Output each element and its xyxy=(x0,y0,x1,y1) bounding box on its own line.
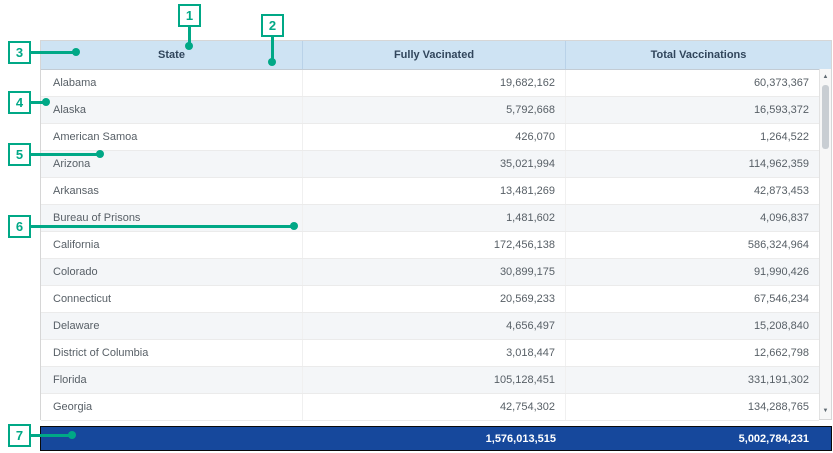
table-cell-state: California xyxy=(41,232,303,258)
table-cell-total: 134,288,765 xyxy=(566,394,819,420)
table-cell-total: 16,593,372 xyxy=(566,97,819,123)
scroll-up-icon[interactable]: ▲ xyxy=(820,70,831,84)
table-cell-state: American Samoa xyxy=(41,124,303,150)
table-cell-fully: 35,021,994 xyxy=(303,151,566,177)
screenshot-canvas: State Fully Vacinated Total Vaccinations… xyxy=(0,0,833,453)
vertical-scrollbar[interactable]: ▲ ▼ xyxy=(819,69,831,419)
table-cell-state: Delaware xyxy=(41,313,303,339)
table-cell-fully: 172,456,138 xyxy=(303,232,566,258)
annotation-line-6 xyxy=(30,225,292,228)
table-cell-state: Florida xyxy=(41,367,303,393)
table-cell-fully: 4,656,497 xyxy=(303,313,566,339)
scrollbar-thumb[interactable] xyxy=(822,85,829,149)
annotation-dot-5 xyxy=(96,150,104,158)
table-cell-total: 91,990,426 xyxy=(566,259,819,285)
table-row[interactable]: American Samoa426,0701,264,522 xyxy=(41,124,819,151)
annotation-badge-5: 5 xyxy=(8,143,31,166)
annotation-badge-2: 2 xyxy=(261,14,284,37)
table-cell-total: 42,873,453 xyxy=(566,178,819,204)
table-row[interactable]: Arizona35,021,994114,962,359 xyxy=(41,151,819,178)
annotation-dot-6 xyxy=(290,222,298,230)
table-cell-total: 331,191,302 xyxy=(566,367,819,393)
table-cell-state: Colorado xyxy=(41,259,303,285)
column-header-state[interactable]: State xyxy=(41,41,303,69)
table-cell-total: 12,662,798 xyxy=(566,340,819,366)
table-row[interactable]: Colorado30,899,17591,990,426 xyxy=(41,259,819,286)
annotation-line-5 xyxy=(30,153,98,156)
table-row[interactable]: Connecticut20,569,23367,546,234 xyxy=(41,286,819,313)
annotation-dot-1 xyxy=(185,42,193,50)
table-cell-fully: 30,899,175 xyxy=(303,259,566,285)
table-cell-total: 15,208,840 xyxy=(566,313,819,339)
table-row[interactable]: California172,456,138586,324,964 xyxy=(41,232,819,259)
totals-fully-vaccinated: 1,576,013,515 xyxy=(303,427,566,450)
table-cell-fully: 20,569,233 xyxy=(303,286,566,312)
vaccination-table: State Fully Vacinated Total Vaccinations… xyxy=(40,40,832,452)
table-cell-fully: 105,128,451 xyxy=(303,367,566,393)
table-grid: State Fully Vacinated Total Vaccinations… xyxy=(40,40,832,420)
table-cell-fully: 5,792,668 xyxy=(303,97,566,123)
table-cell-state: Georgia xyxy=(41,394,303,420)
column-header-total-vaccinations[interactable]: Total Vaccinations xyxy=(566,41,831,69)
table-cell-total: 1,264,522 xyxy=(566,124,819,150)
table-row[interactable]: District of Columbia3,018,44712,662,798 xyxy=(41,340,819,367)
table-cell-total: 4,096,837 xyxy=(566,205,819,231)
table-row[interactable]: Georgia42,754,302134,288,765 xyxy=(41,394,819,421)
annotation-badge-1: 1 xyxy=(178,4,201,27)
totals-row: 1,576,013,515 5,002,784,231 xyxy=(40,426,832,451)
table-cell-total: 114,962,359 xyxy=(566,151,819,177)
table-row[interactable]: Florida105,128,451331,191,302 xyxy=(41,367,819,394)
totals-total-vaccinations: 5,002,784,231 xyxy=(566,427,821,450)
annotation-dot-7 xyxy=(68,431,76,439)
table-cell-fully: 19,682,162 xyxy=(303,70,566,96)
column-header-fully-vaccinated[interactable]: Fully Vacinated xyxy=(303,41,566,69)
annotation-line-7 xyxy=(30,434,70,437)
scroll-down-icon[interactable]: ▼ xyxy=(820,404,831,418)
annotation-dot-2 xyxy=(268,58,276,66)
table-row[interactable]: Arkansas13,481,26942,873,453 xyxy=(41,178,819,205)
table-cell-state: Connecticut xyxy=(41,286,303,312)
table-cell-fully: 1,481,602 xyxy=(303,205,566,231)
table-cell-total: 60,373,367 xyxy=(566,70,819,96)
table-row[interactable]: Alaska5,792,66816,593,372 xyxy=(41,97,819,124)
totals-state-spacer xyxy=(41,427,303,450)
table-body: Alabama19,682,16260,373,367Alaska5,792,6… xyxy=(41,70,819,421)
table-cell-fully: 13,481,269 xyxy=(303,178,566,204)
table-cell-total: 586,324,964 xyxy=(566,232,819,258)
table-row[interactable]: Alabama19,682,16260,373,367 xyxy=(41,70,819,97)
table-row[interactable]: Delaware4,656,49715,208,840 xyxy=(41,313,819,340)
table-cell-fully: 426,070 xyxy=(303,124,566,150)
annotation-badge-6: 6 xyxy=(8,215,31,238)
annotation-badge-7: 7 xyxy=(8,424,31,447)
table-cell-state: Alaska xyxy=(41,97,303,123)
table-cell-fully: 3,018,447 xyxy=(303,340,566,366)
annotation-dot-4 xyxy=(42,98,50,106)
annotation-line-3 xyxy=(30,51,74,54)
annotation-dot-3 xyxy=(72,48,80,56)
annotation-badge-4: 4 xyxy=(8,91,31,114)
table-cell-state: District of Columbia xyxy=(41,340,303,366)
table-cell-fully: 42,754,302 xyxy=(303,394,566,420)
table-header: State Fully Vacinated Total Vaccinations xyxy=(41,41,831,70)
annotation-line-2 xyxy=(271,36,274,60)
annotation-badge-3: 3 xyxy=(8,41,31,64)
table-cell-state: Alabama xyxy=(41,70,303,96)
table-cell-state: Arkansas xyxy=(41,178,303,204)
table-cell-total: 67,546,234 xyxy=(566,286,819,312)
